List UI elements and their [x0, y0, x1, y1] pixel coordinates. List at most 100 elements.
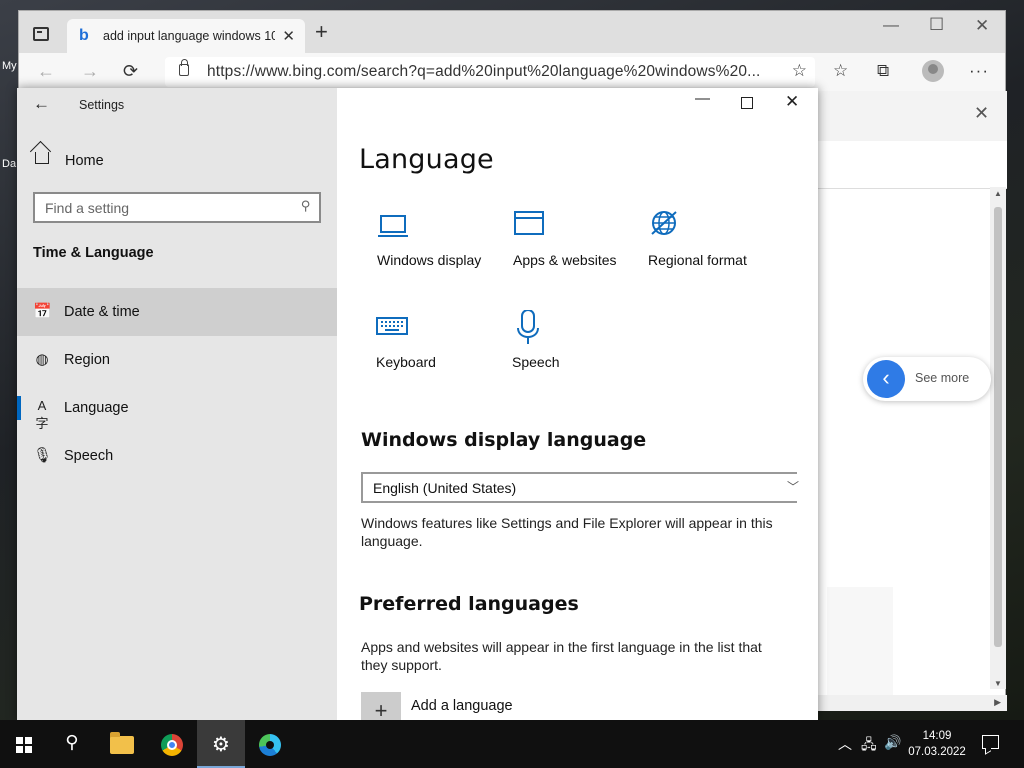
tray-chevron-up-icon[interactable]: ︿ — [838, 734, 852, 754]
desktop-icon-label[interactable]: My — [2, 60, 17, 72]
globe-icon: ◍ — [35, 351, 49, 368]
add-language-label: Add a language — [411, 698, 513, 714]
sidebar-item-region[interactable]: ◍ Region — [17, 336, 337, 384]
scroll-right-icon[interactable]: ▶ — [994, 697, 1001, 708]
back-arrow-icon[interactable]: ← — [33, 94, 50, 114]
page-scrollbar[interactable] — [990, 187, 1006, 689]
browser-toolbar: ← → ⟳ https://www.bing.com/search?q=add%… — [19, 53, 1005, 91]
tile-windows-display[interactable]: Windows display — [377, 208, 497, 288]
browser-tab-title: add input language windows 10 — [103, 29, 275, 43]
edge-taskbar-button[interactable] — [246, 720, 294, 768]
scrollbar-thumb[interactable] — [994, 207, 1002, 647]
sidebar-item-label: Date & time — [64, 304, 140, 320]
scroll-down-icon[interactable]: ▼ — [994, 679, 1002, 688]
gear-icon: ⚙ — [212, 734, 230, 756]
plus-icon: + — [361, 692, 401, 721]
more-menu-icon[interactable]: ··· — [969, 61, 989, 81]
add-favorite-icon[interactable]: ☆ — [792, 61, 807, 81]
browser-tab[interactable]: b add input language windows 10 ✕ — [67, 19, 305, 53]
forward-icon[interactable]: → — [81, 61, 99, 82]
file-explorer-button[interactable] — [98, 720, 146, 768]
find-setting-search[interactable]: ⚲ — [33, 192, 321, 223]
profile-avatar[interactable] — [922, 60, 944, 82]
notifications-icon[interactable] — [982, 735, 999, 749]
tile-regional-format[interactable]: Regional format — [648, 208, 768, 288]
url-text[interactable]: https://www.bing.com/search?q=add%20inpu… — [207, 63, 760, 81]
clock-time: 14:09 — [922, 730, 952, 742]
window-icon — [514, 211, 544, 235]
taskbar-search-button[interactable]: ⚲ — [48, 720, 96, 768]
settings-sidebar: ← Settings Home ⚲ Time & Language 📅 Date… — [17, 88, 337, 721]
tile-apps-websites[interactable]: Apps & websites — [513, 208, 633, 288]
tile-label: Keyboard — [376, 354, 436, 370]
tile-keyboard[interactable]: Keyboard — [376, 310, 496, 390]
calendar-clock-icon: 📅 — [33, 303, 52, 320]
tile-speech[interactable]: Speech — [512, 310, 632, 390]
chrome-icon — [161, 734, 183, 756]
sidebar-item-language[interactable]: A字 Language — [17, 384, 337, 432]
maximize-button[interactable] — [741, 97, 753, 109]
see-more-button[interactable]: ‹ See more — [863, 357, 991, 401]
close-button[interactable]: ✕ — [785, 92, 799, 112]
refresh-icon[interactable]: ⟳ — [123, 61, 138, 82]
home-nav-item[interactable]: Home — [17, 144, 337, 178]
tile-label: Speech — [512, 354, 560, 370]
app-title: Settings — [79, 98, 125, 112]
chevron-down-icon: ﹀ — [786, 480, 799, 494]
tile-label: Apps & websites — [513, 252, 617, 268]
chevron-left-icon: ‹ — [867, 360, 905, 398]
sidebar-item-date-time[interactable]: 📅 Date & time — [17, 288, 337, 336]
browser-tab-bar: b add input language windows 10 ✕ + — ☐ … — [19, 11, 1005, 53]
settings-main-pane: — ✕ Language Windows display Apps & webs… — [337, 88, 818, 721]
new-tab-button[interactable]: + — [315, 21, 328, 43]
settings-taskbar-button[interactable]: ⚙ — [197, 720, 245, 768]
home-label: Home — [65, 153, 104, 169]
display-language-value: English (United States) — [373, 480, 517, 496]
bing-favicon-icon: b — [79, 27, 89, 44]
windows-logo-icon — [16, 737, 32, 753]
minimize-button[interactable]: — — [695, 90, 710, 107]
favorites-icon[interactable]: ☆ — [833, 61, 848, 81]
sidebar-item-label: Region — [64, 352, 110, 368]
preferred-languages-description: Apps and websites will appear in the fir… — [361, 639, 762, 673]
clock-date: 07.03.2022 — [908, 746, 966, 758]
back-icon[interactable]: ← — [37, 61, 55, 82]
search-icon: ⚲ — [65, 732, 79, 752]
folder-icon — [110, 732, 134, 754]
network-icon[interactable]: 🖧 — [861, 734, 877, 758]
volume-icon[interactable]: 🔊 — [884, 734, 901, 751]
sidebar-item-label: Speech — [64, 448, 114, 464]
page-title: Language — [359, 144, 494, 175]
tab-close-icon[interactable]: ✕ — [282, 27, 295, 45]
scroll-up-icon[interactable]: ▲ — [994, 189, 1002, 198]
display-language-description: Windows features like Settings and File … — [361, 515, 773, 549]
bing-card — [827, 587, 893, 697]
section-title: Time & Language — [33, 245, 154, 261]
home-icon — [35, 152, 49, 164]
tile-label: Regional format — [648, 252, 747, 268]
panel-close-icon[interactable]: ✕ — [974, 103, 989, 124]
browser-close-button[interactable]: ✕ — [975, 16, 989, 36]
search-input[interactable] — [35, 194, 295, 221]
address-bar[interactable]: https://www.bing.com/search?q=add%20inpu… — [165, 57, 815, 87]
current-page-indicator — [17, 396, 21, 420]
browser-maximize-button[interactable]: ☐ — [929, 15, 944, 35]
system-clock[interactable]: 14:09 07.03.2022 — [904, 728, 970, 760]
sidebar-item-label: Language — [64, 400, 129, 416]
see-more-label: See more — [915, 371, 970, 385]
sidebar-item-speech[interactable]: 🎙 Speech — [17, 432, 337, 480]
language-icon: A字 — [35, 398, 49, 431]
collections-icon[interactable]: ⧉ — [877, 61, 889, 81]
search-icon[interactable]: ⚲ — [301, 198, 311, 214]
display-language-dropdown[interactable]: English (United States) ﹀ — [361, 472, 799, 503]
lock-icon — [179, 59, 189, 76]
browser-minimize-button[interactable]: — — [883, 17, 899, 35]
start-button[interactable] — [0, 720, 48, 768]
chrome-button[interactable] — [148, 720, 196, 768]
laptop-icon — [378, 215, 408, 237]
add-language-button[interactable]: + Add a language — [361, 692, 661, 721]
settings-window: ← Settings Home ⚲ Time & Language 📅 Date… — [17, 88, 818, 721]
horizontal-scrollbar[interactable]: ▶ — [817, 695, 1007, 711]
desktop-icon-label-2[interactable]: Da — [2, 158, 16, 170]
tab-actions-icon[interactable] — [33, 27, 49, 41]
